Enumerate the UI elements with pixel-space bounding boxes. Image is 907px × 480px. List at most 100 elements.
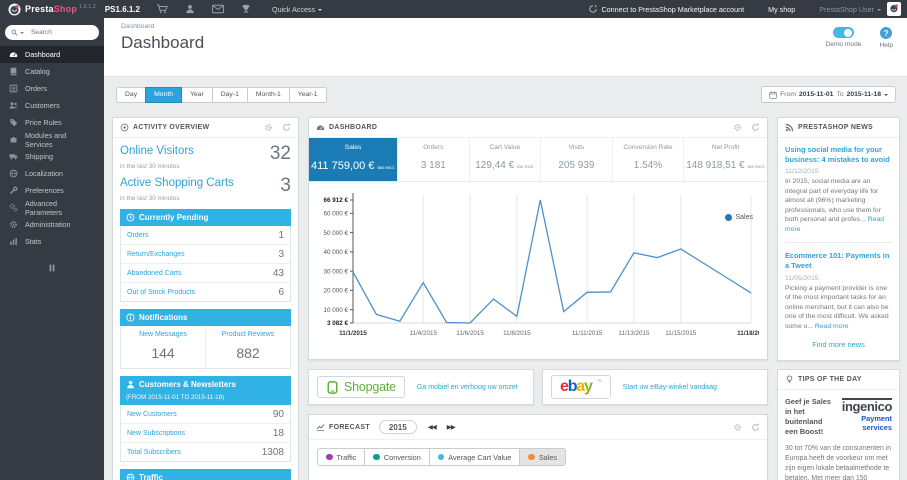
chevron-down-icon[interactable] — [20, 31, 24, 36]
sidebar-item-price-rules[interactable]: Price Rules — [0, 114, 104, 131]
quick-access-menu[interactable]: Quick Access — [272, 5, 323, 14]
sidebar-item-preferences[interactable]: Preferences — [0, 182, 104, 199]
legend-avg-cart-value-button[interactable]: Average Cart Value — [428, 448, 521, 466]
sidebar-item-localization[interactable]: Localization — [0, 165, 104, 182]
sidebar-item-modules[interactable]: Modules and Services — [0, 131, 104, 149]
customer-icon[interactable] — [184, 4, 196, 14]
prestashop-logo-icon[interactable] — [8, 2, 21, 16]
trophy-icon[interactable] — [240, 4, 252, 14]
cart-icon[interactable] — [156, 4, 168, 14]
brand-presta: Presta — [25, 4, 54, 14]
sidebar-item-stats[interactable]: Stats — [0, 233, 104, 250]
svg-text:50 000 €: 50 000 € — [323, 230, 348, 237]
shopgate-link[interactable]: Ga mobiel en verhoog uw omzet — [417, 384, 518, 391]
demo-mode-toggle[interactable] — [832, 27, 854, 38]
range-year-1-button[interactable]: Year-1 — [288, 86, 327, 103]
breadcrumb[interactable]: Dashboard — [121, 23, 895, 30]
range-month-button[interactable]: Month — [145, 86, 182, 103]
legend-traffic-button[interactable]: Traffic — [317, 448, 366, 466]
divider — [785, 242, 892, 244]
gear-icon[interactable] — [733, 123, 742, 132]
backward-icon[interactable]: ◀◀ — [428, 423, 437, 431]
search-input[interactable] — [29, 28, 85, 37]
help-icon[interactable]: ? — [880, 27, 893, 39]
article-excerpt: In 2015, social media are an integral pa… — [785, 178, 885, 233]
marketplace-link[interactable]: Connect to PrestaShop Marketplace accoun… — [589, 5, 744, 14]
sidebar-item-orders[interactable]: Orders — [0, 80, 104, 97]
sidebar-item-customers[interactable]: Customers — [0, 97, 104, 114]
refresh-icon[interactable] — [282, 123, 291, 132]
sidebar-search[interactable] — [5, 25, 99, 40]
kpi-sales[interactable]: Sales 411 759,00 € tax excl. — [309, 138, 399, 181]
bar-chart-icon — [10, 238, 17, 245]
svg-text:11/13/2015: 11/13/2015 — [618, 330, 650, 337]
sidebar-item-shipping[interactable]: Shipping — [0, 148, 104, 165]
range-day-button[interactable]: Day — [116, 86, 147, 103]
ingenico-logo[interactable]: ingenico Payment services — [841, 398, 892, 433]
gear-icon[interactable] — [264, 123, 273, 132]
svg-text:11/6/2015: 11/6/2015 — [456, 330, 484, 337]
user-avatar[interactable] — [887, 2, 901, 16]
refresh-icon[interactable] — [751, 422, 760, 432]
list-item: Abandoned Carts 43 — [121, 264, 290, 284]
forecast-icon — [316, 423, 325, 432]
refresh-icon[interactable] — [751, 123, 760, 132]
kpi-row: Sales 411 759,00 € tax excl. Orders 3 181 … — [309, 138, 767, 182]
chevron-down-icon — [318, 8, 323, 13]
shopgate-logo[interactable]: Shopgate — [317, 376, 405, 398]
range-day-1-button[interactable]: Day-1 — [211, 86, 248, 103]
find-more-news-link[interactable]: Find more news — [785, 340, 892, 349]
read-more-link[interactable]: Read more — [815, 323, 849, 330]
truck-icon — [9, 154, 18, 160]
online-visitors-link[interactable]: Online Visitors — [120, 145, 194, 157]
range-month-1-button[interactable]: Month-1 — [246, 86, 290, 103]
news-article: Using social media for your business: 4 … — [785, 145, 892, 234]
help-control: ? Help — [879, 27, 893, 49]
sidebar-item-advanced-parameters[interactable]: Advanced Parameters — [0, 199, 104, 217]
svg-text:3 082 €: 3 082 € — [327, 320, 349, 327]
legend-sales-button[interactable]: Sales — [519, 448, 567, 466]
dashboard-panel-title: DASHBOARD — [329, 124, 378, 131]
article-title[interactable]: Using social media for your business: 4 … — [785, 145, 892, 164]
activity-panel-title: ACTIVITY OVERVIEW — [133, 124, 210, 131]
demo-mode-control: Demo mode — [826, 27, 861, 49]
gear-icon — [10, 221, 17, 228]
puzzle-icon — [10, 136, 17, 143]
svg-text:11/4/2015: 11/4/2015 — [409, 330, 437, 337]
range-year-button[interactable]: Year — [180, 86, 213, 103]
messages-icon[interactable] — [212, 4, 224, 14]
sidebar-item-dashboard[interactable]: Dashboard — [0, 46, 104, 63]
kpi-cart-value[interactable]: Cart Value 129,44 € tax excl. — [470, 138, 542, 181]
sidebar-collapse-button[interactable] — [0, 263, 104, 273]
forecast-panel-title: FORECAST — [329, 423, 370, 431]
kpi-net-profit[interactable]: Net Profit 148 918,51 € tax excl. — [684, 138, 767, 181]
svg-text:10 000 €: 10 000 € — [323, 307, 348, 314]
user-menu[interactable]: PrestaShop User — [819, 5, 881, 14]
kpi-visits[interactable]: Visits 205 939 — [541, 138, 613, 181]
kpi-conversion-rate[interactable]: Conversion Rate 1.54% — [613, 138, 685, 181]
active-carts-link[interactable]: Active Shopping Carts — [120, 177, 234, 189]
forward-icon[interactable]: ▶▶ — [447, 423, 456, 431]
sidebar-item-catalog[interactable]: Catalog — [0, 63, 104, 80]
chart-legend[interactable]: Sales — [725, 214, 753, 221]
date-range-picker[interactable]: From 2015-11-01 To 2015-11-18 — [761, 86, 896, 103]
my-shop-link[interactable]: My shop — [768, 5, 795, 14]
online-visitors-value: 32 — [269, 143, 291, 164]
sidebar-item-administration[interactable]: Administration — [0, 216, 104, 233]
gauge-icon — [9, 52, 18, 58]
forecast-year[interactable]: 2015 — [378, 420, 417, 434]
tag-icon — [10, 119, 18, 127]
calendar-icon — [769, 91, 777, 99]
ebay-logo[interactable]: ebay ™ — [551, 375, 611, 399]
legend-dot-icon — [725, 214, 733, 221]
ebay-link[interactable]: Start uw eBay-winkel vandaag — [623, 384, 717, 391]
legend-conversion-button[interactable]: Conversion — [364, 448, 430, 466]
page-title: Dashboard — [121, 33, 205, 52]
list-item: Out of Stock Products 6 — [127, 286, 284, 298]
gear-icon[interactable] — [733, 423, 742, 432]
kpi-orders[interactable]: Orders 3 181 — [398, 138, 470, 181]
notifications-grid: New Messages 144 Product Reviews 882 — [120, 326, 291, 370]
article-title[interactable]: Ecommerce 101: Payments in a Tweet — [785, 251, 892, 270]
shopgate-promo-panel: Shopgate Ga mobiel en verhoog uw omzet — [308, 369, 534, 405]
sidebar: Dashboard Catalog Orders Customers Price… — [0, 18, 104, 480]
